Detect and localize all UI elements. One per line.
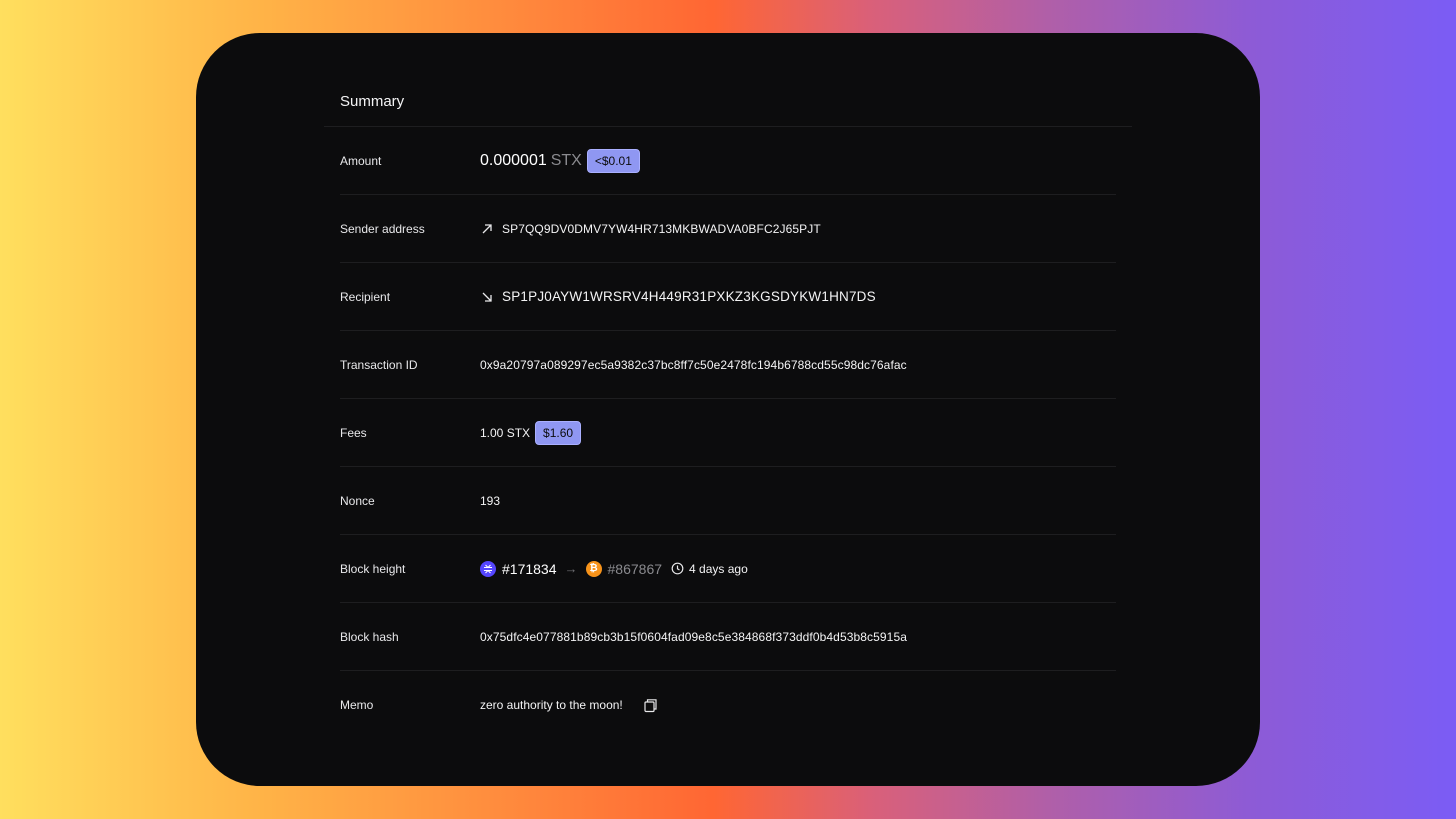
memo-label: Memo xyxy=(340,698,374,712)
arrow-down-right-icon xyxy=(480,290,494,304)
arrow-up-right-icon xyxy=(480,222,494,236)
row-fees: Fees 1.00 STX $1.60 xyxy=(340,399,1116,467)
sender-label: Sender address xyxy=(340,221,425,236)
fees-value: 1.00 STX $1.60 xyxy=(480,420,582,445)
nonce-value: 193 xyxy=(480,494,500,508)
fees-amount: 1.00 STX xyxy=(480,425,531,440)
fees-label: Fees xyxy=(340,425,367,440)
memo-text: zero authority to the moon! xyxy=(480,698,623,712)
stacks-icon xyxy=(480,560,496,577)
row-amount: Amount 0.000001 STX <$0.01 xyxy=(340,127,1116,195)
block-height-label: Block height xyxy=(340,561,406,576)
row-recipient: Recipient SP1PJ0AYW1WRSRV4H449R31PXKZ3KG… xyxy=(340,263,1116,331)
row-block-height: Block height #171834 → ₿ #867867 4 days … xyxy=(340,535,1116,603)
fees-usd-badge: $1.60 xyxy=(535,420,582,445)
transaction-card: Summary Amount 0.000001 STX <$0.01 Sende… xyxy=(196,33,1260,786)
clock-icon xyxy=(671,562,684,575)
recipient-label: Recipient xyxy=(340,289,391,304)
block-hash-value: 0x75dfc4e077881b89cb3b15f0604fad09e8c5e3… xyxy=(480,630,907,644)
row-transaction-id: Transaction ID 0x9a20797a089297ec5a9382c… xyxy=(340,331,1116,399)
bitcoin-icon: ₿ xyxy=(585,560,602,577)
copy-icon[interactable] xyxy=(643,698,658,713)
block-hash-link[interactable]: 0x75dfc4e077881b89cb3b15f0604fad09e8c5e3… xyxy=(480,630,907,644)
txid-text: 0x9a20797a089297ec5a9382c37bc8ff7c50e247… xyxy=(480,357,907,372)
summary-title: Summary xyxy=(340,93,405,110)
nonce-label: Nonce xyxy=(340,493,375,508)
stacks-block-link[interactable]: #171834 xyxy=(502,561,557,577)
row-nonce: Nonce 193 xyxy=(340,467,1116,535)
amount-label: Amount xyxy=(340,153,382,168)
recipient-address-link[interactable]: SP1PJ0AYW1WRSRV4H449R31PXKZ3KGSDYKW1HN7D… xyxy=(502,289,876,304)
row-sender: Sender address SP7QQ9DV0DMV7YW4HR713MKBW… xyxy=(340,195,1116,263)
block-hash-label: Block hash xyxy=(340,629,399,644)
arrow-right-icon: → xyxy=(564,561,578,576)
nonce-number: 193 xyxy=(480,493,501,508)
memo-value: zero authority to the moon! xyxy=(480,698,658,713)
txid-value: 0x9a20797a089297ec5a9382c37bc8ff7c50e247… xyxy=(480,358,907,372)
block-time: 4 days ago xyxy=(689,561,748,576)
row-memo: Memo zero authority to the moon! xyxy=(340,671,1116,739)
row-block-hash: Block hash 0x75dfc4e077881b89cb3b15f0604… xyxy=(340,603,1116,671)
block-height-value: #171834 → ₿ #867867 4 days ago xyxy=(480,560,748,577)
amount-number: 0.000001 xyxy=(480,151,547,169)
sender-address-link[interactable]: SP7QQ9DV0DMV7YW4HR713MKBWADVA0BFC2J65PJT xyxy=(502,222,821,236)
amount-value: 0.000001 STX <$0.01 xyxy=(480,148,640,173)
amount-unit: STX xyxy=(550,151,582,169)
amount-usd-badge: <$0.01 xyxy=(586,148,640,173)
txid-label: Transaction ID xyxy=(340,357,418,372)
recipient-value: SP1PJ0AYW1WRSRV4H449R31PXKZ3KGSDYKW1HN7D… xyxy=(480,289,876,304)
bitcoin-block-link[interactable]: #867867 xyxy=(608,561,663,577)
sender-value: SP7QQ9DV0DMV7YW4HR713MKBWADVA0BFC2J65PJT xyxy=(480,222,821,236)
